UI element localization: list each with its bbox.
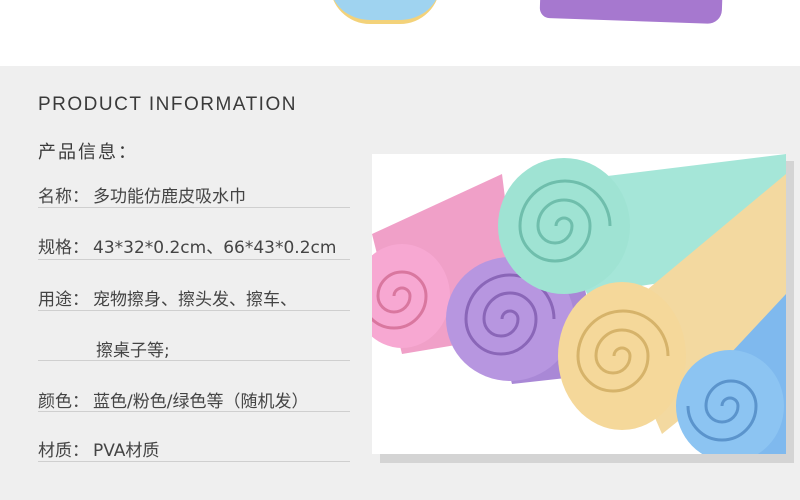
info-value: 蓝色/粉色/绿色等（随机发） [93, 392, 309, 412]
info-row-usage-cont: 擦桌子等; [96, 336, 350, 361]
section-title: PRODUCT INFORMATION [38, 94, 297, 115]
info-label: 规格： [38, 238, 89, 258]
sub-title: 产品信息： [38, 142, 138, 163]
divider [38, 207, 350, 208]
info-row-name: 名称： 多功能仿鹿皮吸水巾 [38, 182, 350, 207]
info-label: 材质： [38, 441, 89, 461]
info-value: 宠物擦身、擦头发、擦车、 [93, 290, 297, 310]
towel-edge-blue [330, 0, 440, 24]
info-row-spec: 规格： 43*32*0.2cm、66*43*0.2cm [38, 233, 350, 258]
info-value: PVA材质 [93, 441, 160, 461]
divider [38, 360, 350, 361]
info-label: 颜色： [38, 392, 89, 412]
info-label: 名称： [38, 187, 89, 207]
towel-edge-purple [539, 0, 723, 25]
info-row-material: 材质： PVA材质 [38, 436, 350, 461]
info-row-color: 颜色： 蓝色/粉色/绿色等（随机发） [38, 387, 350, 412]
info-value: 多功能仿鹿皮吸水巾 [93, 187, 246, 207]
divider [38, 259, 350, 260]
info-row-usage: 用途： 宠物擦身、擦头发、擦车、 [38, 285, 350, 310]
top-product-image-strip [0, 0, 800, 66]
divider [38, 310, 350, 311]
info-label: 用途： [38, 290, 89, 310]
info-value: 擦桌子等; [96, 341, 170, 361]
product-photo [372, 154, 786, 454]
divider [38, 411, 350, 412]
divider [38, 461, 350, 462]
info-value: 43*32*0.2cm、66*43*0.2cm [93, 238, 337, 258]
